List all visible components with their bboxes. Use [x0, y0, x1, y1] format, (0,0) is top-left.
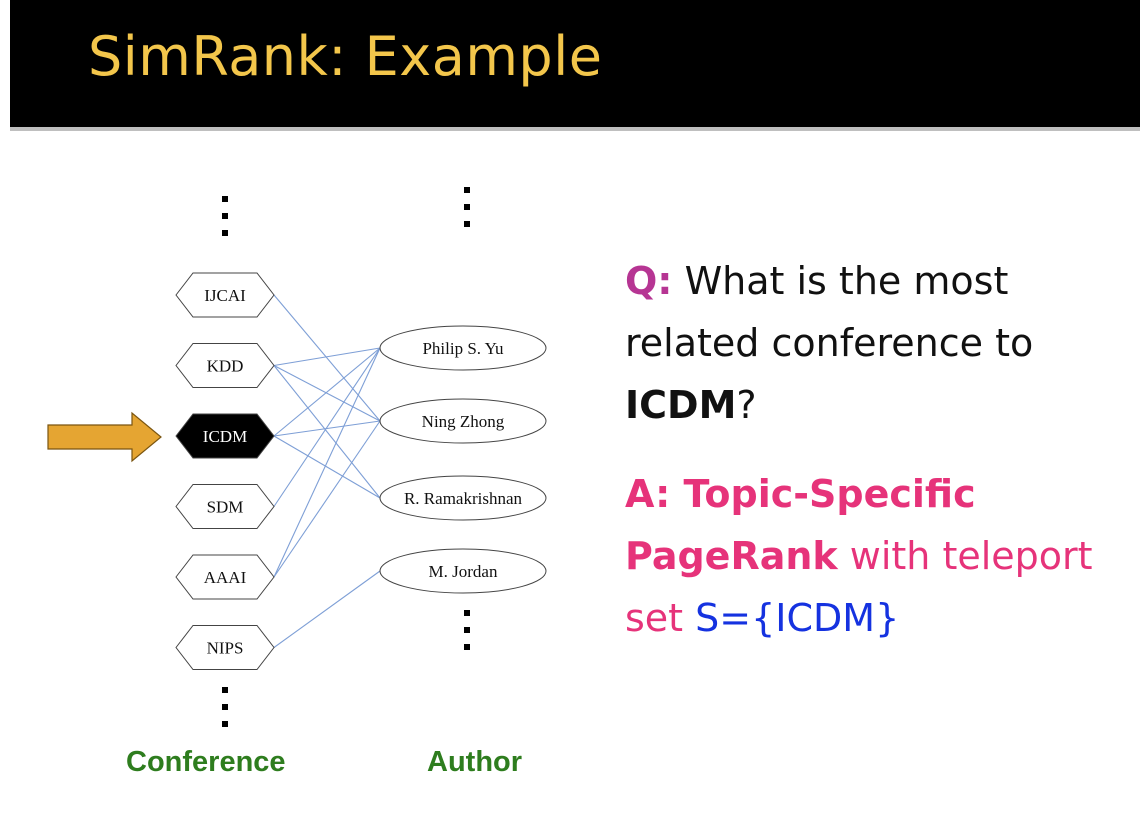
graph-edge	[273, 347, 381, 367]
graph-edge	[273, 294, 381, 422]
graph-edges	[273, 294, 381, 648]
ellipsis-dot	[222, 721, 228, 727]
question-prefix: Q:	[625, 259, 673, 303]
graph-edge	[273, 365, 381, 499]
conference-node: KDD	[175, 343, 275, 388]
ellipsis-dot	[464, 221, 470, 227]
conference-node: NIPS	[175, 625, 275, 670]
ellipsis-dot	[222, 687, 228, 693]
ellipsis-dot	[222, 196, 228, 202]
author-name: M. Jordan	[429, 562, 498, 581]
ellipsis-dot	[464, 610, 470, 616]
question-text: Q: What is the most related conference t…	[625, 250, 1125, 436]
conference-name: KDD	[207, 357, 244, 376]
author-nodes: Philip S. Yu Ning Zhong R. Ramakrishnan M. …	[379, 325, 547, 594]
question-emphasis: ICDM	[625, 383, 737, 427]
ellipsis-dot	[464, 204, 470, 210]
ellipsis-dot	[464, 187, 470, 193]
teleport-set: S={ICDM}	[695, 596, 900, 640]
conference-name: AAAI	[204, 568, 247, 587]
author-node: Ning Zhong	[379, 398, 547, 444]
conference-nodes: IJCAI KDD ICDM SDM AAAI NIPS	[175, 272, 275, 670]
answer-text: A: Topic-Specific PageRank with teleport…	[625, 463, 1125, 649]
pointer-arrow-icon	[47, 411, 162, 463]
graph-edge	[273, 570, 381, 648]
graph-edge	[273, 347, 381, 507]
ellipsis-dot	[222, 704, 228, 710]
author-column-label: Author	[427, 746, 523, 778]
conference-name: SDM	[207, 498, 244, 517]
author-node: R. Ramakrishnan	[379, 475, 547, 521]
author-node: Philip S. Yu	[379, 325, 547, 371]
author-name: R. Ramakrishnan	[404, 489, 523, 508]
ellipsis-dot	[222, 213, 228, 219]
conference-node: ICDM	[175, 413, 275, 459]
ellipsis-dot	[222, 230, 228, 236]
author-name: Ning Zhong	[422, 412, 505, 431]
question-end: ?	[736, 383, 757, 427]
conference-name: NIPS	[207, 639, 244, 658]
author-node: M. Jordan	[379, 548, 547, 594]
conference-name: ICDM	[203, 427, 247, 446]
graph-edge	[273, 365, 381, 422]
graph-edge	[273, 420, 381, 578]
author-name: Philip S. Yu	[422, 339, 504, 358]
question-body: What is the most related conference to	[625, 259, 1034, 365]
conference-column-label: Conference	[126, 746, 286, 778]
ellipsis-dot	[464, 627, 470, 633]
conference-name: IJCAI	[204, 286, 246, 305]
graph-edge	[273, 347, 381, 578]
conference-node: IJCAI	[175, 272, 275, 318]
conference-node: SDM	[175, 484, 275, 529]
ellipsis-dot	[464, 644, 470, 650]
conference-node: AAAI	[175, 554, 275, 600]
